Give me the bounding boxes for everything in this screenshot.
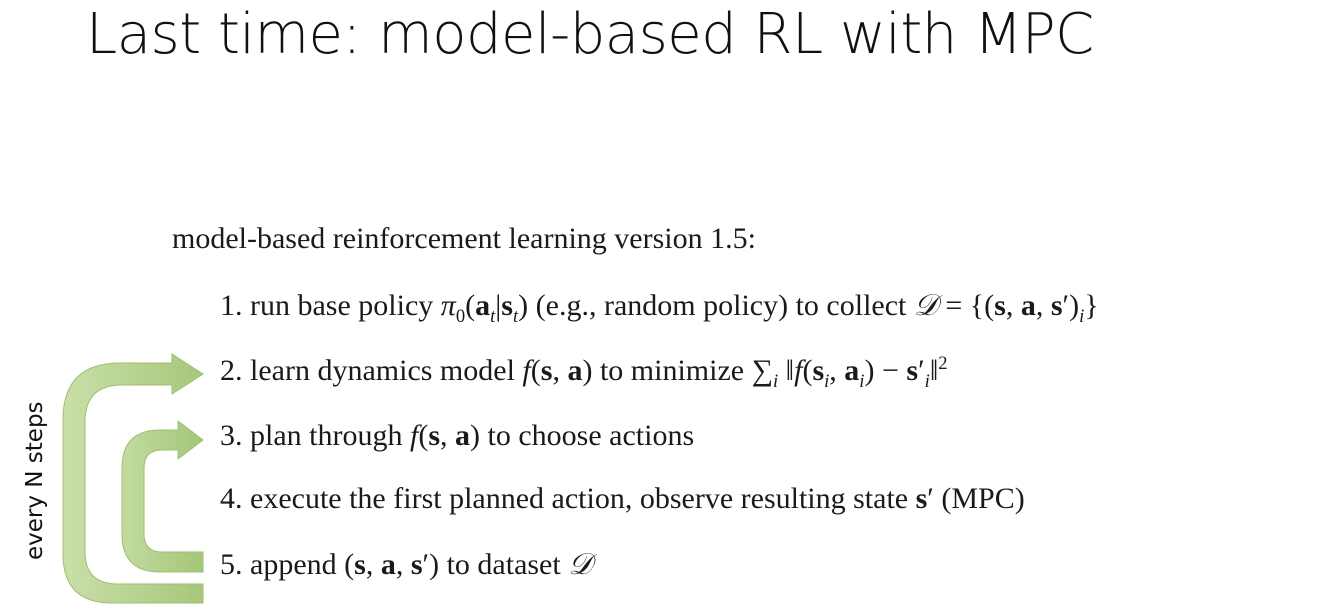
every-n-steps-label: every N steps — [22, 401, 48, 560]
loop-arrows-diagram — [62, 353, 204, 604]
inner-loop-arrow — [121, 419, 204, 573]
